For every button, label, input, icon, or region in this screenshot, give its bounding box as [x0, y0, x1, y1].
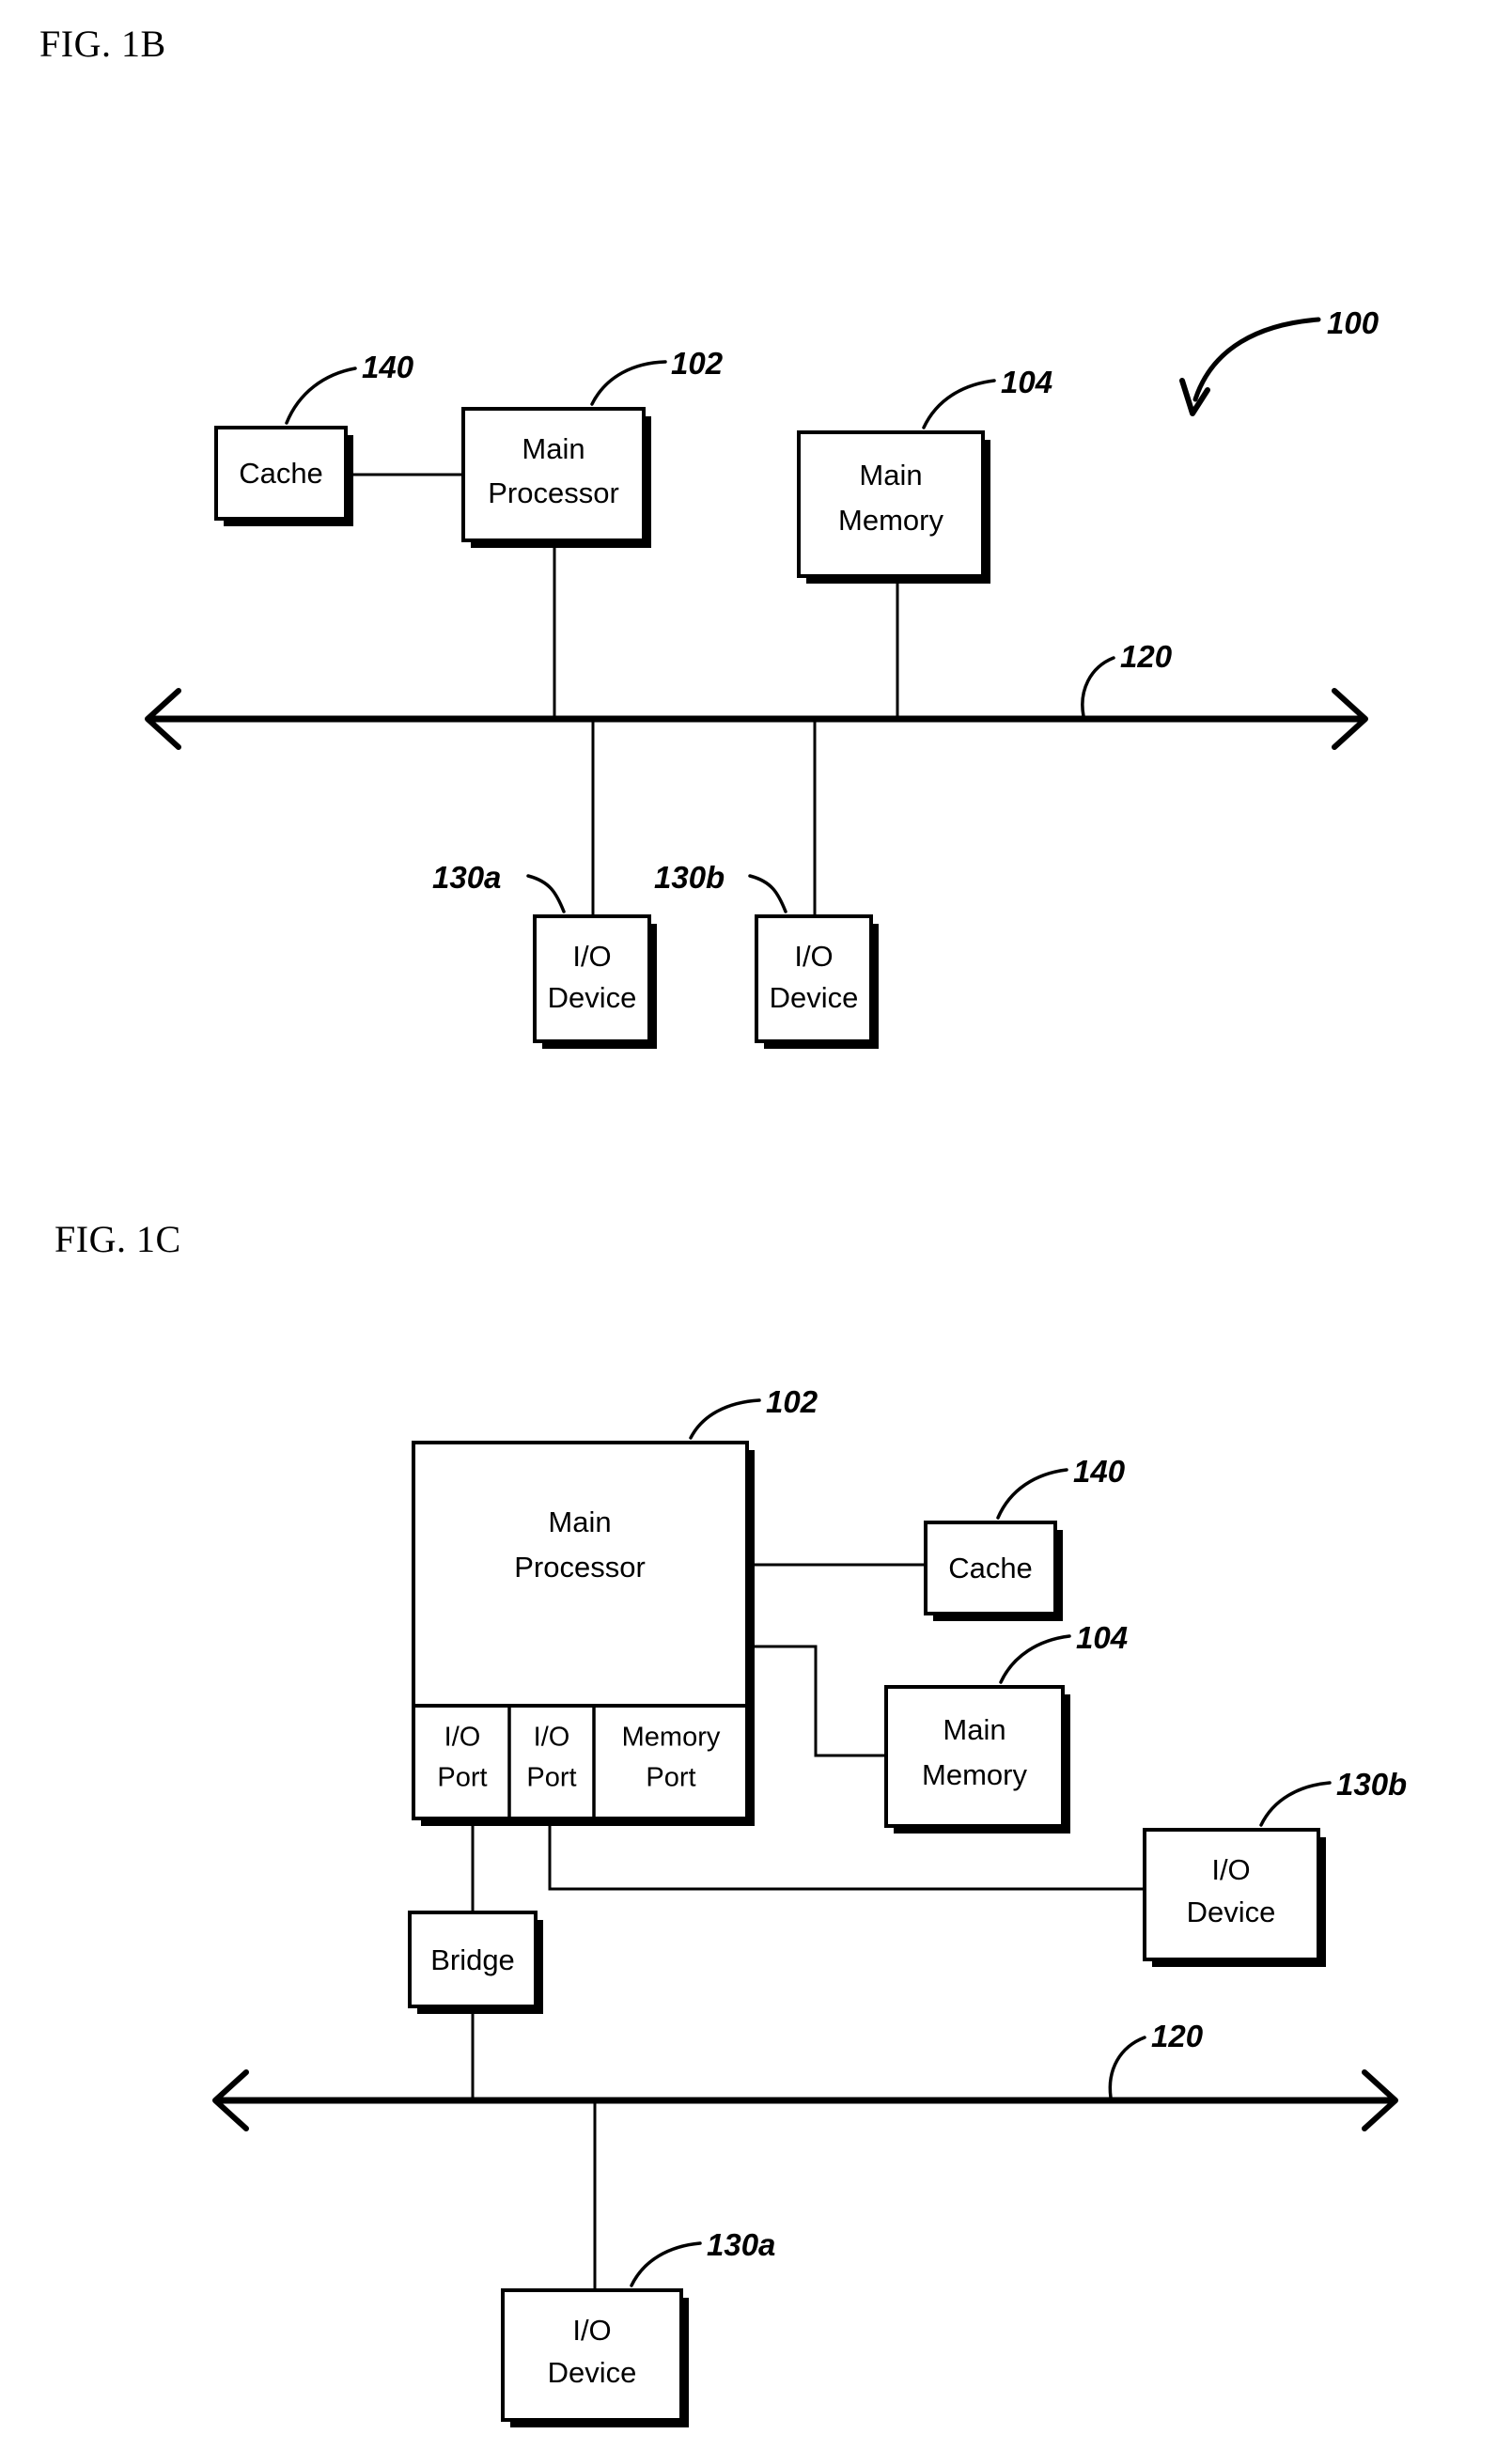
- fig1c-main-memory-label-line1: Main: [943, 1713, 1005, 1746]
- fig1b-bus-group: 120: [145, 639, 1368, 750]
- fig1b-cache-block: Cache 140: [214, 350, 414, 526]
- fig1b-io-device-a-block: I/O Device 130a: [432, 860, 657, 1049]
- fig1c-memory-port-label-line2: Port: [646, 1763, 695, 1793]
- fig1b-io-device-b-label-line1: I/O: [794, 940, 833, 973]
- fig1b-ref-number-130b: 130b: [654, 860, 725, 895]
- figure-1b-overall-ref-group: 100: [1179, 305, 1380, 416]
- fig1b-ref-102-leader: [590, 360, 667, 406]
- fig1c-io-port-2-label-line1: I/O: [534, 1723, 570, 1753]
- fig1c-cache-block: Cache 140: [924, 1454, 1126, 1621]
- fig1b-main-processor-rect: [461, 407, 646, 542]
- fig1c-io-port-2-label-line2: Port: [526, 1763, 576, 1793]
- fig1c-io-device-b-block: I/O Device 130b: [1143, 1767, 1407, 1967]
- fig1c-bridge-label: Bridge: [430, 1943, 515, 1976]
- fig1b-ref-number-130a: 130a: [432, 860, 501, 895]
- fig1b-ref-130a-leader: [526, 874, 566, 913]
- fig1b-io-device-a-rect: [533, 914, 651, 1043]
- fig1c-ref-104-leader: [999, 1634, 1071, 1684]
- fig1c-main-memory-block: Main Memory 104: [884, 1620, 1128, 1834]
- fig1b-ref-number-140: 140: [362, 350, 414, 384]
- fig1c-ref-102-leader: [689, 1398, 761, 1440]
- fig1b-main-memory-block: Main Memory 104: [797, 365, 1052, 584]
- fig1c-ref-number-104: 104: [1076, 1620, 1128, 1655]
- fig1b-main-memory-label-line1: Main: [859, 459, 922, 492]
- fig1c-main-memory-rect: [884, 1685, 1065, 1828]
- fig1c-ref-number-130a: 130a: [707, 2227, 775, 2262]
- fig1c-ref-number-130b: 130b: [1336, 1767, 1407, 1802]
- fig1b-io-device-a-label-line1: I/O: [572, 940, 611, 973]
- fig1c-ref-140-leader: [996, 1468, 1068, 1520]
- fig1b-ref-140-leader: [285, 367, 357, 425]
- fig1c-ref-number-120: 120: [1151, 2019, 1204, 2053]
- fig1c-io-device-a-label-line1: I/O: [572, 2314, 611, 2347]
- fig1c-cache-label: Cache: [948, 1552, 1033, 1584]
- fig1b-io-device-a-label-line2: Device: [548, 981, 637, 1014]
- fig1c-ref-120-leader: [1108, 2036, 1146, 2099]
- fig1b-ref-number-102: 102: [671, 346, 724, 381]
- fig1c-main-processor-label-line2: Processor: [514, 1551, 646, 1584]
- fig1b-ref-number-120: 120: [1120, 639, 1173, 674]
- fig1c-bridge-block: Bridge: [408, 1911, 543, 2014]
- fig1b-main-processor-block: Main Processor 102: [461, 346, 724, 548]
- fig1c-processor-memory-connector: [747, 1645, 886, 1757]
- fig1c-ref-number-140: 140: [1073, 1454, 1126, 1489]
- fig1b-ref-104-leader: [922, 379, 996, 429]
- fig1b-ref-number-104: 104: [1001, 365, 1052, 399]
- fig1c-io-device-a-rect: [501, 2288, 683, 2422]
- fig1c-main-processor-label-line1: Main: [548, 1506, 611, 1538]
- fig1b-main-processor-label-line2: Processor: [488, 476, 619, 509]
- fig1c-ref-130b-leader: [1259, 1781, 1332, 1827]
- fig1c-io-device-a-block: I/O Device 130a: [501, 2227, 775, 2427]
- fig1c-ref-130a-leader: [630, 2241, 702, 2287]
- fig1c-io-device-a-label-line2: Device: [548, 2356, 637, 2389]
- fig1b-main-memory-label-line2: Memory: [838, 504, 943, 537]
- fig1b-ref-130b-leader: [748, 874, 787, 913]
- fig1b-io-device-b-label-line2: Device: [770, 981, 859, 1014]
- ref-number-100: 100: [1327, 305, 1380, 340]
- fig1c-io-port-1-label-line1: I/O: [444, 1723, 481, 1753]
- figure-1c-title: FIG. 1C: [55, 1218, 181, 1260]
- fig1b-main-processor-label-line1: Main: [522, 432, 585, 465]
- figures-svg-canvas: FIG. 1B 100 Cache 140 Main Processor 102: [39, 23, 1407, 2427]
- fig1c-io-port-1-label-line2: Port: [437, 1763, 487, 1793]
- fig1b-io-device-b-block: I/O Device 130b: [654, 860, 879, 1049]
- fig1b-cache-label: Cache: [239, 457, 323, 490]
- fig1c-io-device-b-rect: [1143, 1828, 1320, 1961]
- patent-figure-sheet: FIG. 1B 100 Cache 140 Main Processor 102: [0, 0, 1512, 2450]
- overall-ref-100-leader: [1192, 317, 1321, 402]
- fig1c-ref-number-102: 102: [766, 1384, 818, 1419]
- fig1c-io-device-b-label-line1: I/O: [1211, 1853, 1250, 1886]
- fig1c-io-device-b-label-line2: Device: [1187, 1896, 1276, 1928]
- fig1b-io-device-b-rect: [755, 914, 873, 1043]
- fig1b-ref-120-leader: [1081, 656, 1115, 718]
- fig1c-main-memory-label-line2: Memory: [922, 1758, 1027, 1791]
- fig1c-memory-port-label-line1: Memory: [622, 1723, 721, 1753]
- figure-1b-title: FIG. 1B: [39, 23, 166, 65]
- fig1c-main-processor-block: Main Processor 102 I/O Port I/O Port Mem…: [412, 1384, 818, 1826]
- fig1c-bus-group: 120: [212, 2019, 1398, 2131]
